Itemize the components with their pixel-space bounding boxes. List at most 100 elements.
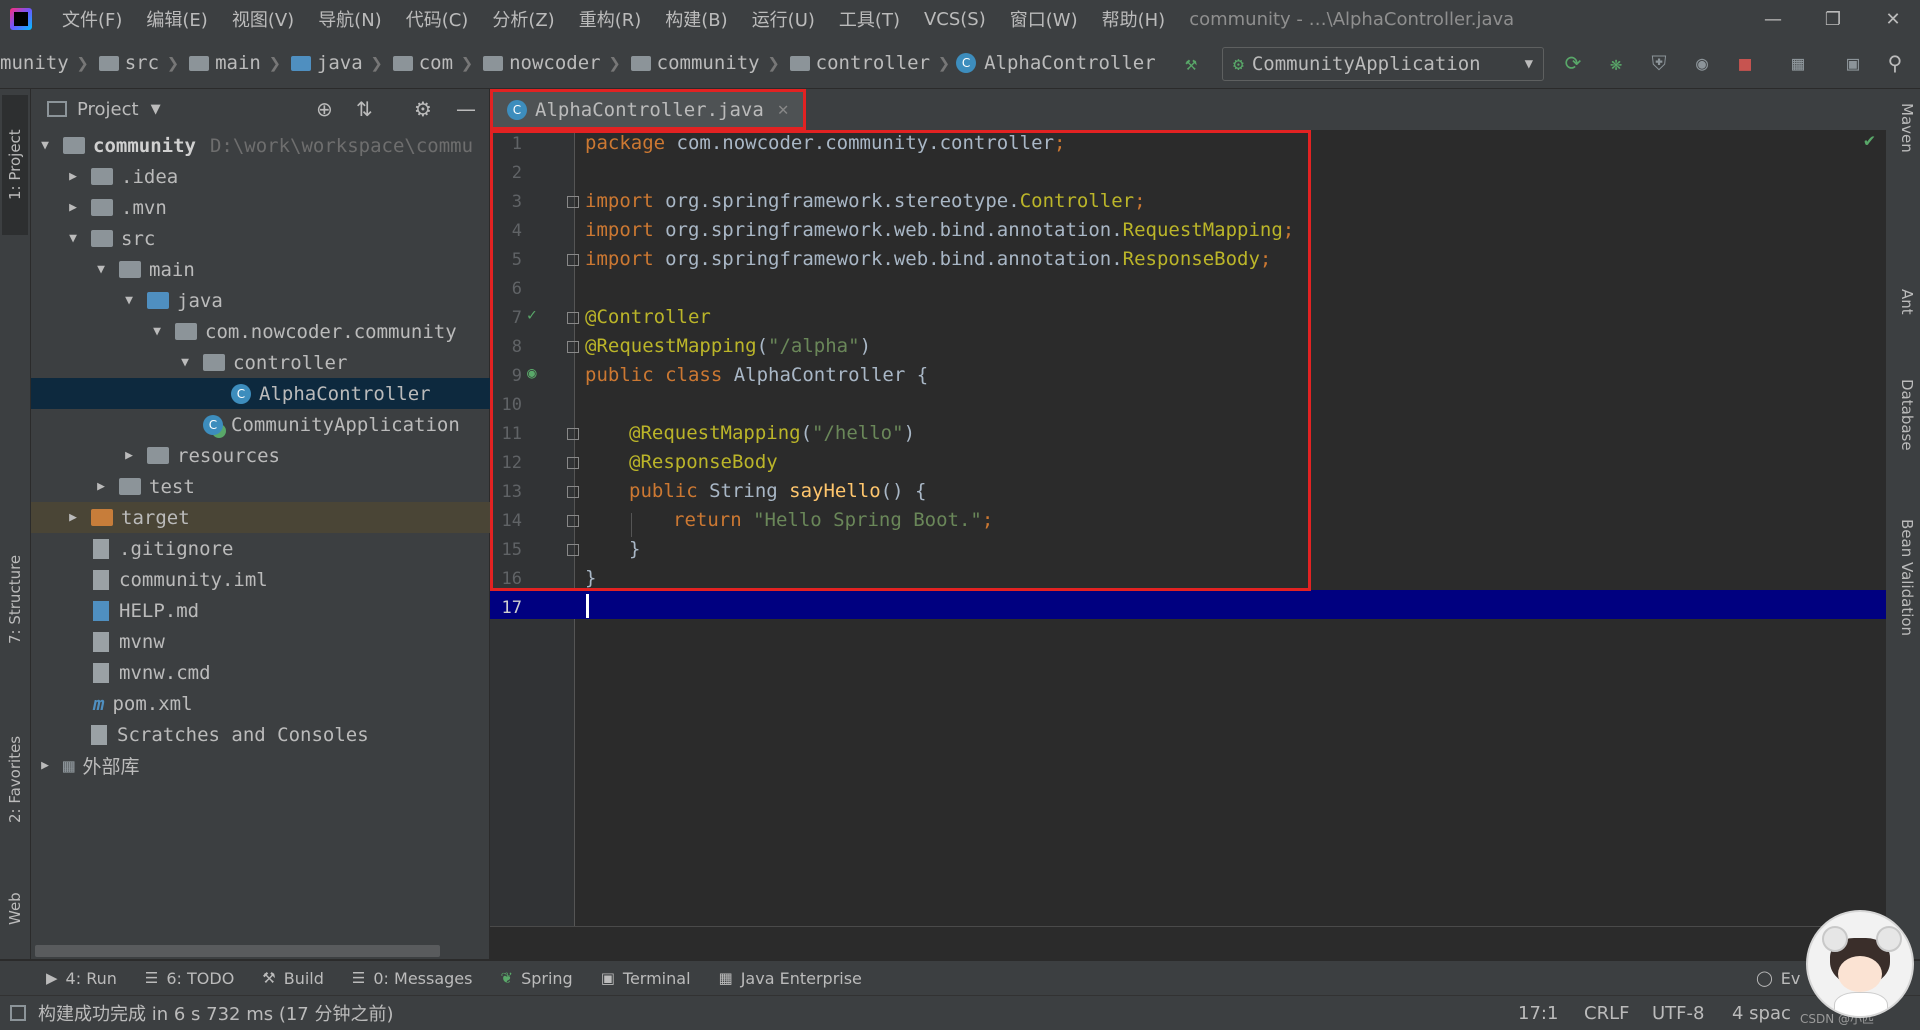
tree-item-mvn[interactable]: ▶ .mvn (31, 192, 523, 223)
tree-item-external-libraries[interactable]: ▶ ▦ 外部库 (31, 750, 495, 781)
breadcrumb-com[interactable]: com ❯ (389, 51, 479, 75)
status-message[interactable]: 构建成功完成 in 6 s 732 ms (17 分钟之前) (38, 1000, 394, 1026)
close-tab-icon[interactable]: ✕ (778, 99, 789, 120)
tree-item-help-md[interactable]: HELP.md (31, 595, 551, 626)
breadcrumb-alphacontroller[interactable]: C AlphaController (956, 52, 1156, 74)
tree-item-label: .idea (121, 165, 179, 188)
tree-item-gitignore[interactable]: .gitignore (31, 533, 551, 564)
breadcrumb-java[interactable]: java ❯ (287, 51, 389, 75)
java-enterprise-icon: ▦ (718, 969, 733, 987)
breadcrumb-nowcoder[interactable]: nowcoder ❯ (479, 51, 627, 75)
tab-structure[interactable]: 7: Structure (2, 529, 28, 669)
terminal-icon: ▣ (600, 969, 615, 987)
project-structure-icon[interactable]: ▦ (1785, 50, 1811, 76)
tree-item-label: community.iml (119, 568, 268, 591)
folder-icon (91, 199, 113, 216)
chevron-down-icon: ▼ (41, 138, 49, 153)
menu-view[interactable]: 视图(V) (220, 6, 306, 32)
coverage-icon[interactable]: ⛨ (1646, 50, 1672, 76)
tab-bean-validation[interactable]: Bean Validation (1890, 519, 1916, 709)
tree-item-main[interactable]: ▼ main (31, 254, 551, 285)
inspection-ok-icon[interactable]: ✔ (1864, 130, 1875, 151)
tool-event-log[interactable]: ◯ Ev (1756, 969, 1800, 988)
stop-icon[interactable]: ■ (1732, 50, 1758, 76)
breadcrumb-controller[interactable]: controller ❯ (786, 51, 956, 75)
tab-ant[interactable]: Ant (1890, 289, 1916, 359)
chevron-right-icon: ❯ (767, 51, 780, 75)
close-icon[interactable]: ✕ (1870, 0, 1916, 38)
build-hammer-icon[interactable]: ⚒ (1178, 50, 1204, 76)
menu-vcs[interactable]: VCS(S) (912, 9, 998, 30)
menu-run[interactable]: 运行(U) (740, 6, 827, 32)
chevron-down-icon[interactable]: ▼ (151, 102, 161, 117)
terminal-window-icon[interactable]: ▣ (1840, 50, 1866, 76)
indent-setting[interactable]: 4 spac (1732, 1003, 1791, 1024)
tree-item-community[interactable]: ▼ community D:\work\workspace\commu (31, 130, 495, 161)
chevron-right-icon: ▶ (69, 200, 77, 215)
menu-navigate[interactable]: 导航(N) (306, 6, 394, 32)
tool-todo[interactable]: ☰ 6: TODO (145, 969, 234, 988)
horizontal-scrollbar[interactable] (35, 945, 440, 957)
tree-item-community-iml[interactable]: community.iml (31, 564, 551, 595)
editor-tab-alphacontroller[interactable]: C AlphaController.java ✕ (490, 89, 806, 130)
locate-file-icon[interactable]: ⊕ (316, 97, 333, 121)
menu-window[interactable]: 窗口(W) (998, 6, 1090, 32)
run-configuration-label: CommunityApplication (1251, 53, 1481, 75)
tree-item-test[interactable]: ▶ test (31, 471, 551, 502)
class-icon: C (231, 383, 251, 404)
tree-item-src[interactable]: ▼ src (31, 223, 523, 254)
tree-item-idea[interactable]: ▶ .idea (31, 161, 523, 192)
breadcrumb-project[interactable]: munity ❯ (0, 51, 95, 75)
menu-analyze[interactable]: 分析(Z) (480, 6, 566, 32)
menu-bar: 文件(F) 编辑(E) 视图(V) 导航(N) 代码(C) 分析(Z) 重构(R… (0, 0, 1920, 38)
breadcrumb-community[interactable]: community ❯ (627, 51, 786, 75)
restore-icon[interactable]: ❐ (1810, 0, 1856, 38)
ignore-file-icon (93, 538, 109, 559)
file-encoding[interactable]: UTF-8 (1652, 1003, 1704, 1024)
tree-item-pom-xml[interactable]: m pom.xml (31, 688, 551, 719)
rerun-icon[interactable]: ⟳ (1560, 50, 1586, 76)
debug-icon[interactable]: ❋ (1603, 50, 1629, 76)
tree-item-scratches[interactable]: Scratches and Consoles (31, 719, 523, 750)
breadcrumb-main[interactable]: main ❯ (185, 51, 287, 75)
chevron-right-icon: ▶ (97, 479, 105, 494)
tree-item-mvnw[interactable]: mvnw (31, 626, 551, 657)
search-icon[interactable]: ⚲ (1882, 50, 1908, 76)
tab-web[interactable]: Web (2, 879, 28, 939)
tree-item-mvnw-cmd[interactable]: mvnw.cmd (31, 657, 551, 688)
tool-terminal[interactable]: ▣ Terminal (601, 969, 691, 988)
line-separator[interactable]: CRLF (1584, 1003, 1629, 1024)
breadcrumb-label: community (656, 52, 760, 74)
tool-java-enterprise[interactable]: ▦ Java Enterprise (719, 969, 862, 988)
tab-favorites[interactable]: 2: Favorites (2, 709, 28, 849)
collapse-all-icon[interactable]: ⇅ (356, 97, 373, 121)
menu-build[interactable]: 构建(B) (653, 6, 739, 32)
tool-run[interactable]: ▶ 4: Run (46, 969, 117, 988)
tool-build[interactable]: ⚒ Build (262, 969, 324, 988)
tab-project[interactable]: 1: Project (2, 95, 28, 235)
toggle-tool-windows-icon[interactable] (10, 1005, 26, 1021)
profile-icon[interactable]: ◉ (1689, 50, 1715, 76)
tree-item-target[interactable]: ▶ target (31, 502, 523, 533)
tool-messages[interactable]: ☰ 0: Messages (352, 969, 473, 988)
tool-spring[interactable]: ❦ Spring (500, 969, 572, 988)
breadcrumb-src[interactable]: src ❯ (95, 51, 185, 75)
caret-position[interactable]: 17:1 (1518, 1003, 1558, 1024)
menu-refactor[interactable]: 重构(R) (567, 6, 654, 32)
settings-gear-icon[interactable]: ⚙ (414, 97, 432, 121)
chevron-right-icon: ▶ (41, 758, 49, 773)
tab-maven[interactable]: Maven (1890, 103, 1916, 213)
tab-database[interactable]: Database (1890, 379, 1916, 499)
menu-code[interactable]: 代码(C) (394, 6, 481, 32)
tree-item-label: .mvn (121, 196, 167, 219)
minimize-icon[interactable]: — (1750, 0, 1796, 38)
menu-help[interactable]: 帮助(H) (1090, 6, 1178, 32)
run-configuration-select[interactable]: ⚙ CommunityApplication ▼ (1222, 47, 1544, 81)
project-panel-title[interactable]: Project (77, 99, 139, 120)
menu-edit[interactable]: 编辑(E) (134, 6, 219, 32)
menu-tools[interactable]: 工具(T) (827, 6, 912, 32)
package-icon (789, 55, 810, 71)
hide-panel-icon[interactable]: — (456, 97, 476, 121)
class-icon: C (507, 99, 527, 120)
menu-file[interactable]: 文件(F) (50, 6, 134, 32)
